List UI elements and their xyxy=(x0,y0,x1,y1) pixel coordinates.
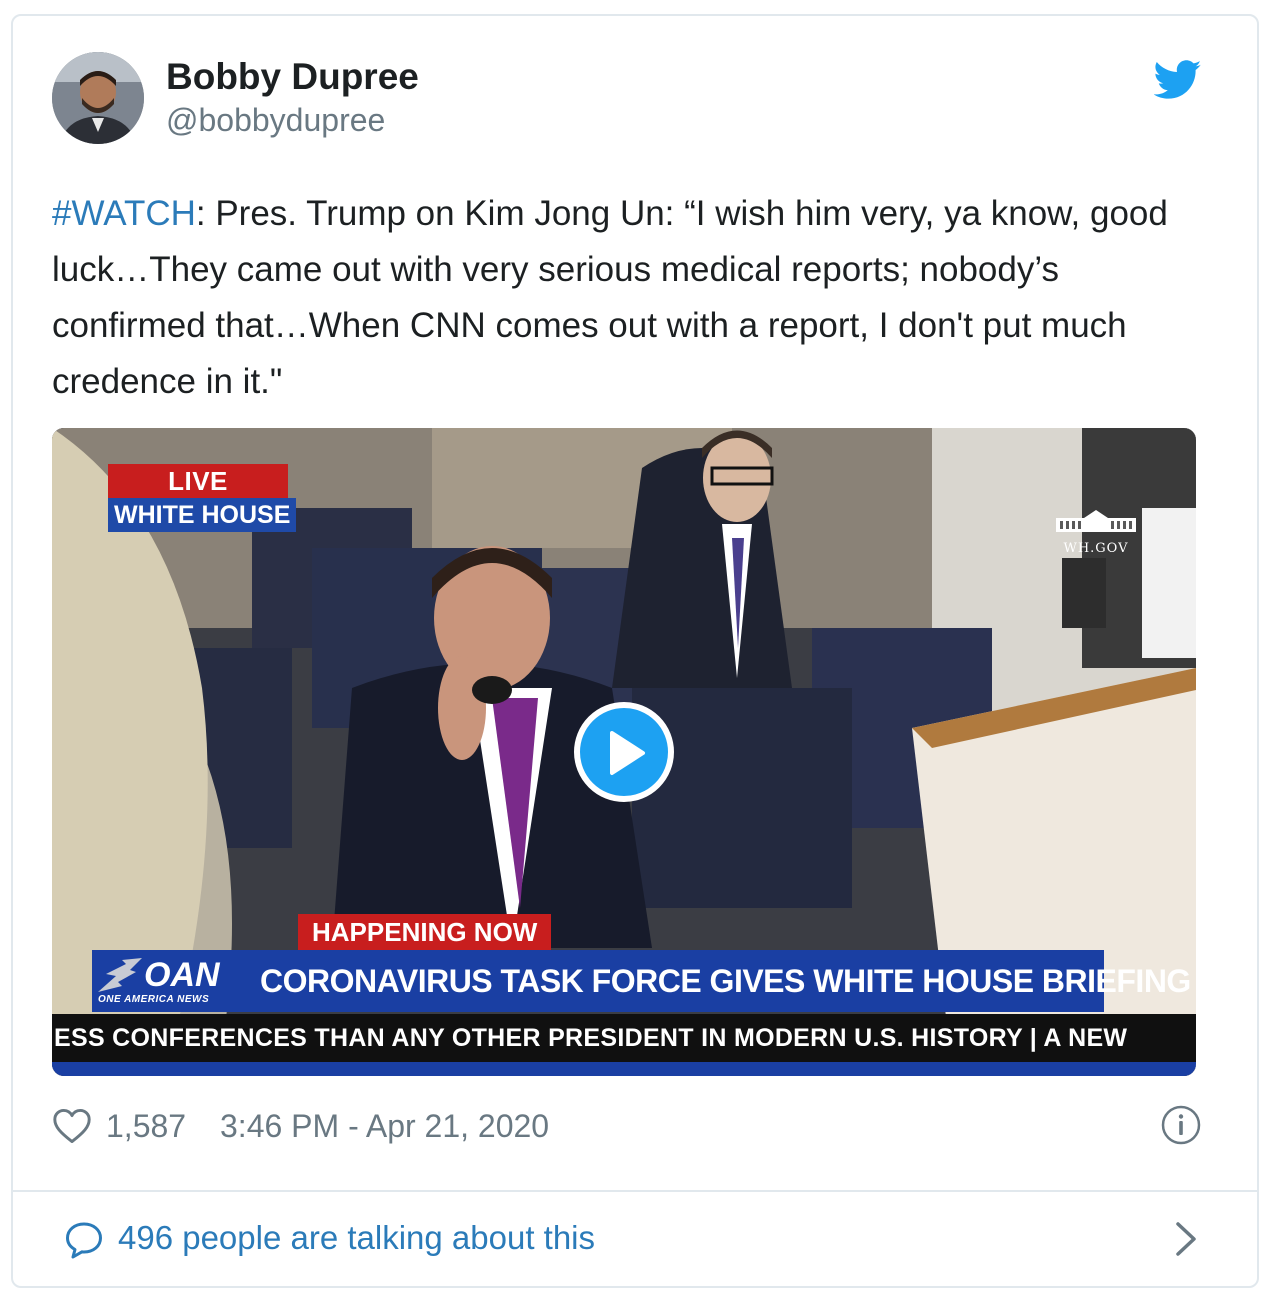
tweet-text: #WATCH: Pres. Trump on Kim Jong Un: “I w… xyxy=(52,186,1192,410)
network-logo-box: OAN ONE AMERICA NEWS xyxy=(92,950,256,1012)
author-name[interactable]: Bobby Dupree xyxy=(166,56,419,98)
wh-gov-text: WH.GOV xyxy=(1063,541,1129,556)
like-count[interactable]: 1,587 xyxy=(106,1108,186,1145)
white-house-icon xyxy=(1056,510,1136,532)
eagle-icon xyxy=(98,958,142,992)
info-icon[interactable] xyxy=(1160,1104,1202,1146)
hashtag-link[interactable]: #WATCH xyxy=(52,194,196,233)
video-player[interactable]: LIVE WHITE HOUSE WH.GOV HAPPENING NOW OA… xyxy=(52,428,1196,1076)
lower-third: OAN ONE AMERICA NEWS CORONAVIRUS TASK FO… xyxy=(92,950,1191,1012)
avatar[interactable] xyxy=(52,52,144,144)
oan-logo: OAN xyxy=(144,956,220,994)
heart-icon[interactable] xyxy=(52,1108,92,1144)
twitter-bird-icon[interactable] xyxy=(1154,60,1202,100)
play-button[interactable] xyxy=(574,702,674,802)
news-ticker: ESS CONFERENCES THAN ANY OTHER PRESIDENT… xyxy=(52,1014,1196,1062)
white-house-logo: WH.GOV xyxy=(1046,508,1146,556)
speech-bubble-icon xyxy=(66,1222,102,1259)
live-badge: LIVE WHITE HOUSE xyxy=(108,464,297,532)
happening-now-label: HAPPENING NOW xyxy=(298,914,552,950)
tweet-body: : Pres. Trump on Kim Jong Un: “I wish hi… xyxy=(52,194,1168,401)
tweet-timestamp[interactable]: 3:46 PM - Apr 21, 2020 xyxy=(220,1108,549,1145)
live-label: LIVE xyxy=(108,464,288,498)
ticker-bar xyxy=(52,1062,1196,1076)
network-name: ONE AMERICA NEWS xyxy=(98,994,210,1005)
location-label: WHITE HOUSE xyxy=(108,498,297,532)
play-icon xyxy=(610,731,645,775)
footer-divider xyxy=(11,1190,1259,1192)
talking-about-text[interactable]: 496 people are talking about this xyxy=(118,1219,595,1257)
chevron-right-icon[interactable] xyxy=(1168,1218,1204,1260)
tweet-header: Bobby Dupree @bobbydupree xyxy=(52,52,1202,152)
tweet-meta: 1,587 3:46 PM - Apr 21, 2020 xyxy=(52,1104,1202,1152)
news-headline: CORONAVIRUS TASK FORCE GIVES WHITE HOUSE… xyxy=(260,963,1191,999)
conversation-link[interactable]: 496 people are talking about this xyxy=(64,1214,1204,1264)
author-handle[interactable]: @bobbydupree xyxy=(166,102,385,139)
